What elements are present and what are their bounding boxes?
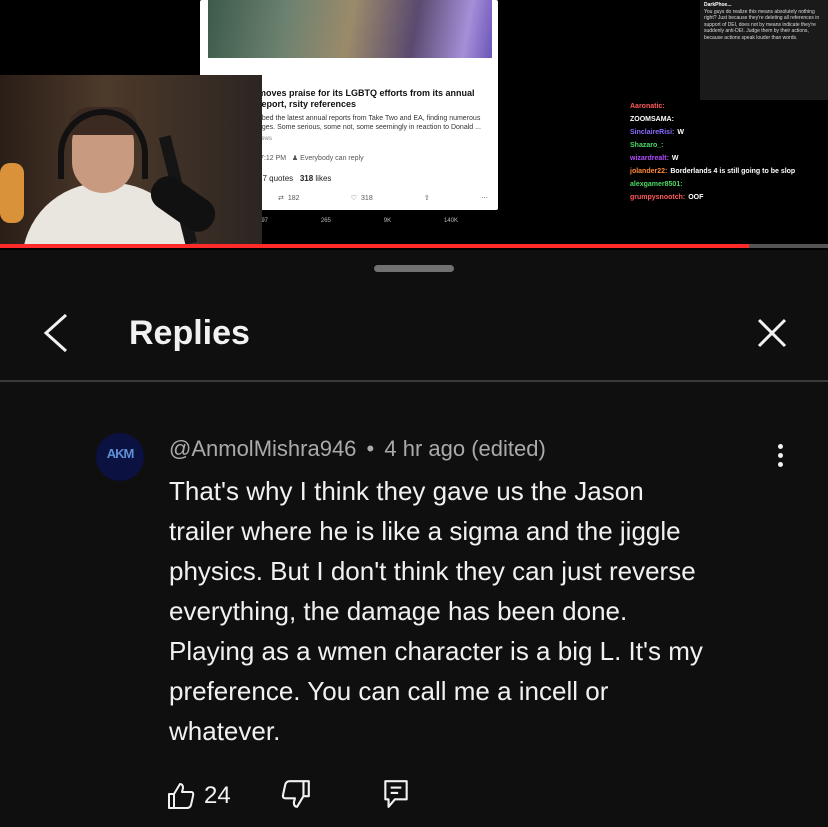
close-icon [757, 318, 787, 348]
chat-username: jolander22: [630, 168, 668, 175]
chat-text: OOF [688, 194, 704, 201]
video-progress-fill [0, 244, 750, 248]
tweet-image [208, 0, 492, 58]
tweet-retweet-count: 182 [287, 194, 300, 202]
chat-message: alexgamer8501: [630, 178, 828, 191]
chat-message: ZOOMSAMA: [630, 113, 828, 126]
like-button[interactable]: 24 [166, 778, 246, 814]
comment-time: 4 hr ago (edited) [384, 436, 546, 461]
chat-message: jolander22: Borderlands 4 is still going … [630, 165, 828, 178]
comment-author[interactable]: @AnmolMishra946 [169, 436, 356, 461]
chat-username: Shazaro_: [630, 142, 664, 149]
chat-username: alexgamer8501: [630, 181, 683, 188]
video-progress-bar[interactable] [0, 244, 828, 248]
tweet-bottom-action: 9K [383, 218, 392, 224]
chat-username: Aaronatic: [630, 103, 665, 110]
share-icon: ⇧ [423, 195, 430, 202]
chat-message: wizardrealt: W [630, 152, 828, 165]
tweet-like-count: 318 [361, 194, 373, 202]
more-horizontal-icon: ⋯ [480, 195, 488, 202]
tweet-retweet: ⇄ 182 [278, 194, 300, 203]
avatar[interactable]: AKM [96, 433, 144, 481]
chat-username: SinclaireRisi: [630, 129, 675, 136]
dislike-button[interactable] [280, 778, 316, 814]
tweet-bottom-action: 140K [443, 218, 458, 224]
tweet-time: 7:12 PM [260, 155, 287, 162]
tweet-bottom-action: 265 [320, 218, 331, 224]
chat-message: Aaronatic: [630, 100, 828, 113]
tweet-likes-value: 318 [299, 174, 314, 183]
heart-icon: ♡ [350, 195, 358, 202]
chat-text: W [677, 129, 684, 136]
chat-username: ZOOMSAMA: [630, 116, 674, 123]
retweet-icon: ⇄ [278, 195, 284, 202]
chat-text: Borderlands 4 is still going to be slop [670, 168, 796, 175]
video-player[interactable]: moves praise for its LGBTQ efforts from … [0, 0, 828, 250]
webcam-feed [0, 75, 262, 245]
thumbs-up-icon [168, 783, 195, 809]
tweet-stats: 57 quotes 318 likes [258, 174, 331, 183]
header-separator: • [366, 436, 375, 461]
tweet-meta: 7:12 PM ♟ Everybody can reply [260, 154, 364, 162]
reply-button[interactable] [380, 778, 416, 814]
chat-text: W [671, 155, 679, 162]
comment-text: That's why I think they gave us the Jaso… [169, 476, 703, 746]
tweet-quotes: 57 quotes [258, 174, 294, 183]
chat-message: Shazaro_: [630, 139, 828, 152]
figurine [0, 163, 24, 223]
tweet-like: ♡ 318 [350, 194, 373, 203]
chat-message: grumpysnootch: OOF [630, 191, 828, 204]
close-button[interactable] [750, 310, 794, 356]
tweet-likes-label: likes [315, 174, 332, 183]
people-icon: ♟ [291, 155, 299, 162]
side-tweet: DarkPhoe... You guys do realize this mea… [700, 0, 828, 100]
tweet-body: bbed the latest annual reports from Take… [258, 115, 481, 131]
chat-username: wizardrealt: [630, 155, 669, 162]
side-tweet-text: You guys do realize this means absolutel… [704, 8, 820, 41]
tweet-actions: ⇄ 182 ♡ 318 ⇧ ⋯ [278, 194, 488, 203]
comment-header: @AnmolMishra946 • 4 hr ago (edited) [169, 434, 546, 464]
comment-icon [384, 780, 408, 808]
thumbs-down-icon [281, 780, 310, 808]
header-divider [0, 380, 828, 382]
chat-username: grumpysnootch: [630, 194, 686, 201]
tweet-headline: moves praise for its LGBTQ efforts from … [258, 88, 475, 109]
avatar-logo: AKM [106, 446, 135, 461]
more-vert-icon [768, 444, 792, 467]
like-count: 24 [204, 782, 231, 809]
stream-chat: Aaronatic: ZOOMSAMA: SinclaireRisi: W Shazar… [630, 100, 828, 248]
sheet-drag-handle[interactable] [374, 265, 454, 272]
chevron-left-icon [43, 313, 68, 353]
panel-title: Replies [129, 314, 250, 352]
tweet-bottom-actions: 297 265 9K 140K [258, 218, 458, 224]
chat-message: SinclaireRisi: W [630, 126, 828, 139]
tweet-reply-setting: Everybody can reply [300, 155, 364, 162]
back-button[interactable] [40, 310, 84, 356]
